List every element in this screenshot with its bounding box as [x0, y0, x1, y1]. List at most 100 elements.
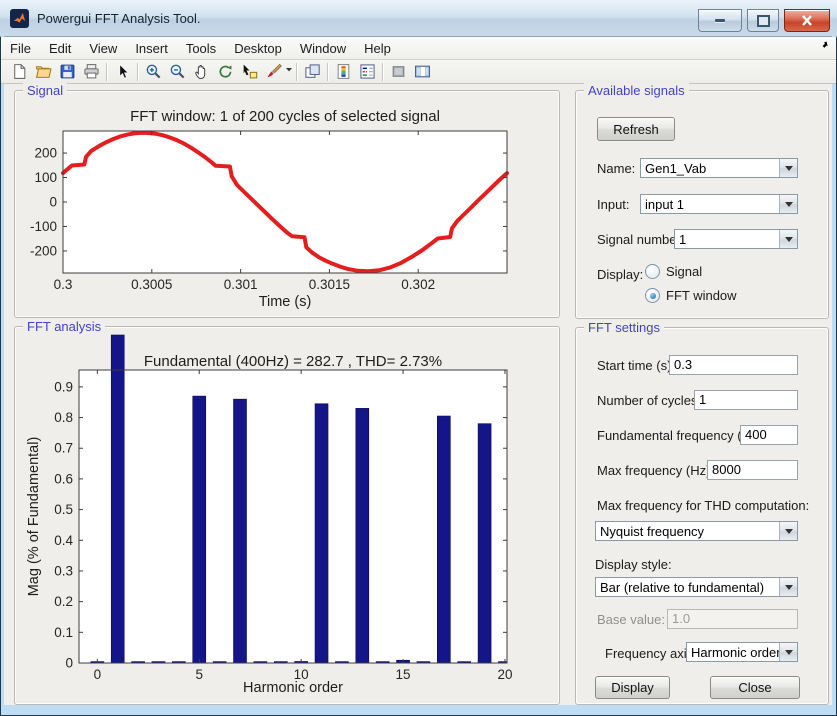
name-dropdown-value: Gen1_Vab	[641, 159, 779, 177]
brush-icon[interactable]	[261, 61, 285, 83]
zoom-out-icon[interactable]	[165, 61, 189, 83]
radio-signal[interactable]: Signal	[645, 264, 702, 279]
chevron-down-icon	[785, 166, 793, 175]
minimize-icon	[715, 19, 725, 22]
close-button[interactable]	[784, 9, 830, 32]
svg-text:Time (s): Time (s)	[259, 294, 312, 310]
minimize-button[interactable]	[698, 9, 742, 32]
save-icon[interactable]	[55, 61, 79, 83]
radio-fft-window[interactable]: FFT window	[645, 288, 737, 303]
menu-item-desktop[interactable]: Desktop	[225, 39, 291, 58]
thd-frequency-dropdown[interactable]: Nyquist frequency	[595, 521, 798, 541]
svg-text:0.3: 0.3	[54, 277, 73, 292]
fft-bar-h13	[356, 408, 369, 663]
insert-legend-icon[interactable]	[355, 61, 379, 83]
input-dropdown[interactable]: input 1	[640, 194, 798, 214]
toolbar-separator	[137, 63, 138, 81]
toolbar-separator	[382, 63, 383, 81]
svg-text:0.302: 0.302	[401, 277, 435, 292]
show-plot-tools-icon[interactable]	[410, 61, 434, 83]
display-style-dropdown-arrow[interactable]	[779, 578, 797, 596]
svg-text:0: 0	[94, 667, 102, 682]
signal-plot: 0.30.30050.3010.30150.302-200-1000100200…	[14, 90, 559, 316]
pan-icon[interactable]	[189, 61, 213, 83]
name-dropdown[interactable]: Gen1_Vab	[640, 158, 798, 178]
fft-bar-h5	[193, 396, 206, 663]
signal-number-dropdown[interactable]: 1	[674, 229, 798, 249]
fft-plot: 0510152000.10.20.30.40.50.60.70.80.9Fund…	[14, 326, 559, 703]
pointer-icon[interactable]	[110, 61, 134, 83]
input-dropdown-arrow[interactable]	[779, 195, 797, 213]
base-value-input: 1.0	[667, 609, 798, 629]
toolbar-separator	[327, 63, 328, 81]
name-label: Name:	[597, 161, 635, 176]
print-icon[interactable]	[79, 61, 103, 83]
restore-button[interactable]	[747, 9, 779, 32]
menu-item-help[interactable]: Help	[355, 39, 400, 58]
dock-arrow-icon[interactable]	[816, 40, 828, 55]
window-frame-bottom	[1, 705, 836, 715]
svg-text:0.5: 0.5	[54, 502, 73, 517]
rotate-3d-icon[interactable]	[213, 61, 237, 83]
matlab-logo-icon	[13, 12, 26, 25]
menu-item-edit[interactable]: Edit	[40, 39, 80, 58]
svg-text:0.1: 0.1	[54, 625, 73, 640]
display-style-dropdown[interactable]: Bar (relative to fundamental)	[595, 577, 798, 597]
fft-bar-h11	[315, 404, 328, 663]
svg-text:0.7: 0.7	[54, 441, 73, 456]
new-document-icon[interactable]	[7, 61, 31, 83]
data-cursor-icon[interactable]	[237, 61, 261, 83]
frequency-axis-dropdown-arrow[interactable]	[779, 643, 797, 661]
thd-frequency-label: Max frequency for THD computation:	[597, 498, 809, 513]
insert-colorbar-icon[interactable]	[331, 61, 355, 83]
fft-bar-h1	[111, 335, 124, 663]
start-time-input[interactable]: 0.3	[669, 355, 798, 375]
toolbar-separator	[296, 63, 297, 81]
frequency-axis-dropdown[interactable]: Harmonic order	[686, 642, 798, 662]
chevron-down-icon	[785, 585, 793, 594]
matlab-app-icon	[10, 9, 29, 28]
restore-icon	[757, 15, 770, 27]
powergui-fft-window: Powergui FFT Analysis Tool. FileEditView…	[0, 0, 837, 716]
radio-button[interactable]	[645, 264, 660, 279]
hide-plot-tools-icon[interactable]	[386, 61, 410, 83]
display-button[interactable]: Display	[595, 676, 670, 699]
svg-text:Mag (% of Fundamental): Mag (% of Fundamental)	[26, 437, 42, 597]
menu-item-file[interactable]: File	[1, 39, 40, 58]
svg-text:0.8: 0.8	[54, 410, 73, 425]
link-plot-icon[interactable]	[300, 61, 324, 83]
name-dropdown-arrow[interactable]	[779, 159, 797, 177]
title-bar[interactable]: Powergui FFT Analysis Tool.	[0, 0, 837, 37]
radio-signal-label: Signal	[666, 264, 702, 279]
brush-dropdown-caret-icon[interactable]	[285, 61, 293, 82]
menu-item-view[interactable]: View	[80, 39, 126, 58]
chevron-down-icon	[785, 237, 793, 246]
open-folder-icon[interactable]	[31, 61, 55, 83]
svg-text:0.3005: 0.3005	[131, 277, 172, 292]
signal-number-dropdown-arrow[interactable]	[779, 230, 797, 248]
svg-text:20: 20	[497, 667, 512, 682]
fundamental-input[interactable]: 400	[740, 425, 798, 445]
zoom-in-icon[interactable]	[141, 61, 165, 83]
refresh-button[interactable]: Refresh	[597, 117, 675, 141]
fft-bar-h7	[234, 399, 247, 663]
menu-item-window[interactable]: Window	[291, 39, 355, 58]
fft-settings-groupbox-title: FFT settings	[584, 320, 664, 335]
toolbar-separator	[106, 63, 107, 81]
chevron-down-icon	[785, 202, 793, 211]
svg-text:0: 0	[49, 195, 57, 210]
menu-item-insert[interactable]: Insert	[126, 39, 177, 58]
menu-item-tools[interactable]: Tools	[177, 39, 225, 58]
svg-text:0: 0	[65, 656, 73, 671]
cycles-input[interactable]: 1	[694, 390, 798, 410]
close-dialog-button[interactable]: Close	[710, 676, 800, 699]
window-frame-right	[832, 36, 836, 705]
svg-text:-200: -200	[30, 243, 57, 258]
max-frequency-input[interactable]: 8000	[707, 460, 798, 480]
menu-bar: FileEditViewInsertToolsDesktopWindowHelp	[1, 37, 836, 60]
radio-button[interactable]	[645, 288, 660, 303]
available-signals-groupbox-title: Available signals	[584, 83, 689, 98]
thd-frequency-dropdown-arrow[interactable]	[779, 522, 797, 540]
svg-text:FFT window: 1 of 200 cycles of: FFT window: 1 of 200 cycles of selected …	[130, 108, 440, 125]
input-dropdown-value: input 1	[641, 195, 779, 213]
